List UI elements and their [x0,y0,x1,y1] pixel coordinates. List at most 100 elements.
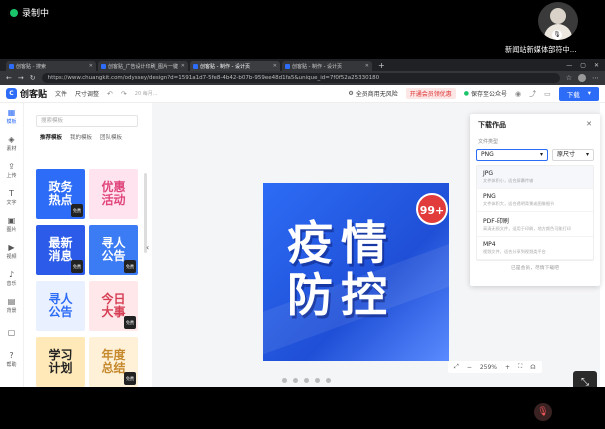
file-type-option[interactable]: JPG 文件体积小，适合屏幕传输 [477,166,593,189]
rail-item-video[interactable]: ▶ 视频 [0,238,23,265]
expand-icon[interactable]: ⛶ [518,363,522,371]
help-icon: ? [9,351,14,360]
undo-icon[interactable]: ↶ [107,90,113,98]
resize-menu[interactable]: 尺寸调整 [75,89,99,98]
template-card[interactable]: 学习 计划 [36,337,85,387]
panel-scrollbar[interactable] [144,173,147,253]
member-footer: 已是会员，尽情下载吧 [511,266,559,271]
option-name: PNG [483,193,496,200]
zoom-in-icon[interactable]: + [505,364,510,371]
recording-indicator: 录制中 [10,6,49,19]
window-controls: — ▢ ✕ [566,61,605,71]
fit-screen-icon[interactable]: ⤢ [454,363,459,371]
profile-icon[interactable] [578,74,586,82]
rail-item-more[interactable]: ▢ [0,319,23,346]
file-type-option[interactable]: PDF-印刷 高清无损文件，适用于印刷，地方颜色可能打印 [477,212,593,237]
notification-badge: 99+ [416,193,448,225]
browser-tab[interactable]: 创客贴 - 搜索 ✕ [6,61,96,71]
poster-artwork[interactable]: 疫情 防控 99+ [263,183,449,361]
option-name: JPG [483,170,494,177]
zoom-level[interactable]: 259% [480,364,497,371]
bookmark-star-icon[interactable]: ☆ [566,74,572,82]
close-icon[interactable]: ✕ [273,63,277,69]
chevron-down-icon: ▾ [587,88,591,97]
download-button[interactable]: 下载 ▾ [558,86,599,101]
page-dot[interactable] [315,378,320,383]
mic-muted-icon[interactable]: 🎙 [534,403,552,421]
close-icon[interactable]: ✕ [89,63,93,69]
rail-item-label: 音乐 [6,281,17,287]
browser-tab[interactable]: 创客贴 - 制作 - 设计页 ✕ [282,61,372,71]
template-card[interactable]: 政务 热点 免费 [36,169,85,219]
file-type-option[interactable]: PNG 文件体积大，适合透明背景或图像细节 [477,189,593,212]
chevron-down-icon: ▾ [585,151,589,158]
forward-icon[interactable]: → [18,74,24,82]
template-card-title: 今日 大事 [101,292,126,319]
template-card[interactable]: 优惠 活动 [89,169,138,219]
collaborator-icon[interactable]: ◉ [515,90,521,98]
poster-line-1: 疫情 [287,216,395,270]
page-dot[interactable] [326,378,331,383]
browser-tab[interactable]: 创客贴_广告设计印刷_图片一键 ✕ [98,61,188,71]
rail-item-label: 上传 [6,173,17,179]
rail-item-upload[interactable]: ⇪ 上传 [0,157,23,184]
file-type-option[interactable]: MP4 视频文件，适合分享到视频类平台 [477,237,593,260]
comment-icon[interactable]: ▭ [544,90,551,98]
rail-item-material[interactable]: ◈ 素材 [0,130,23,157]
commercial-safe-chip[interactable]: ⚙ 全员商用无风险 [348,89,397,98]
template-card[interactable]: 寻人 公告 [36,281,85,331]
back-icon[interactable]: ← [6,74,12,82]
help-bubble-icon[interactable]: ☊ [530,364,535,371]
app-logo[interactable]: C 创客贴 [6,87,47,100]
file-menu[interactable]: 文件 [55,89,67,98]
tab-team-templates[interactable]: 团队模板 [100,133,122,141]
rail-item-background[interactable]: ▤ 背景 [0,292,23,319]
meeting-top-bar: 录制中 🎙 新闻站新媒体部符中... [0,0,605,56]
template-card-title: 年度 总结 [101,348,126,375]
rail-item-music[interactable]: ♪ 音乐 [0,265,23,292]
rail-item-text[interactable]: T 文字 [0,184,23,211]
template-card[interactable]: 寻人 公告 免费 [89,225,138,275]
rail-item-template[interactable]: ▦ 模板 [0,103,23,130]
template-card[interactable]: 今日 大事 免费 [89,281,138,331]
new-tab-button[interactable]: + [374,61,389,71]
maximize-icon[interactable]: ▢ [580,61,586,71]
page-dot[interactable] [293,378,298,383]
video-icon: ▶ [8,243,15,252]
file-type-select[interactable]: PNG ▾ [476,149,548,161]
background-icon: ▤ [7,297,16,306]
search-input[interactable]: 搜索模板 [36,115,138,127]
close-icon[interactable]: ✕ [365,63,369,69]
rail-item-help[interactable]: ? 帮助 [0,346,23,373]
rail-item-image[interactable]: ▣ 图片 [0,211,23,238]
template-tabs: 推荐模板 我的模板 团队模板 [24,133,148,141]
zoom-out-icon[interactable]: − [467,364,472,371]
rail-item-label: 帮助 [6,362,17,368]
tab-recommended[interactable]: 推荐模板 [40,133,62,141]
template-card-title: 政务 热点 [48,180,73,207]
minimize-icon[interactable]: — [566,61,572,71]
collapse-panel-icon[interactable]: ‹ [146,243,149,252]
share-icon[interactable]: ⤴ [529,89,536,99]
vip-promo-chip[interactable]: 开通会员领优惠 [405,88,456,99]
close-icon[interactable]: ✕ [181,63,185,69]
option-name: MP4 [483,241,496,248]
close-icon[interactable]: ✕ [586,120,592,130]
toolbar-hint: 20 每月... [134,91,158,97]
page-dot[interactable] [304,378,309,383]
browser-tab-active[interactable]: 创客贴 - 制作 - 设计页 ✕ [190,61,280,71]
browser-menu-icon[interactable]: ⋯ [592,74,599,82]
left-rail: ▦ 模板 ◈ 素材 ⇪ 上传 T 文字 ▣ 图片 ▶ 视频 ♪ 音乐 ▤ 背景 ▢? 帮助 [0,103,24,387]
redo-icon[interactable]: ↷ [121,90,127,98]
url-input[interactable]: https://www.chuangkit.com/odyssey/design… [41,73,560,83]
page-dot[interactable] [282,378,287,383]
template-card[interactable]: 年度 总结 免费 [89,337,138,387]
save-to-wechat-chip[interactable]: ● 保存至公众号 [464,89,507,98]
chevron-down-icon: ▾ [539,151,543,158]
close-window-icon[interactable]: ✕ [594,61,599,71]
tab-my-templates[interactable]: 我的模板 [70,133,92,141]
template-card[interactable]: 最新 消息 免费 [36,225,85,275]
reload-icon[interactable]: ↻ [30,74,36,82]
page-indicator [282,378,331,383]
size-select[interactable]: 原尺寸 ▾ [552,149,594,161]
